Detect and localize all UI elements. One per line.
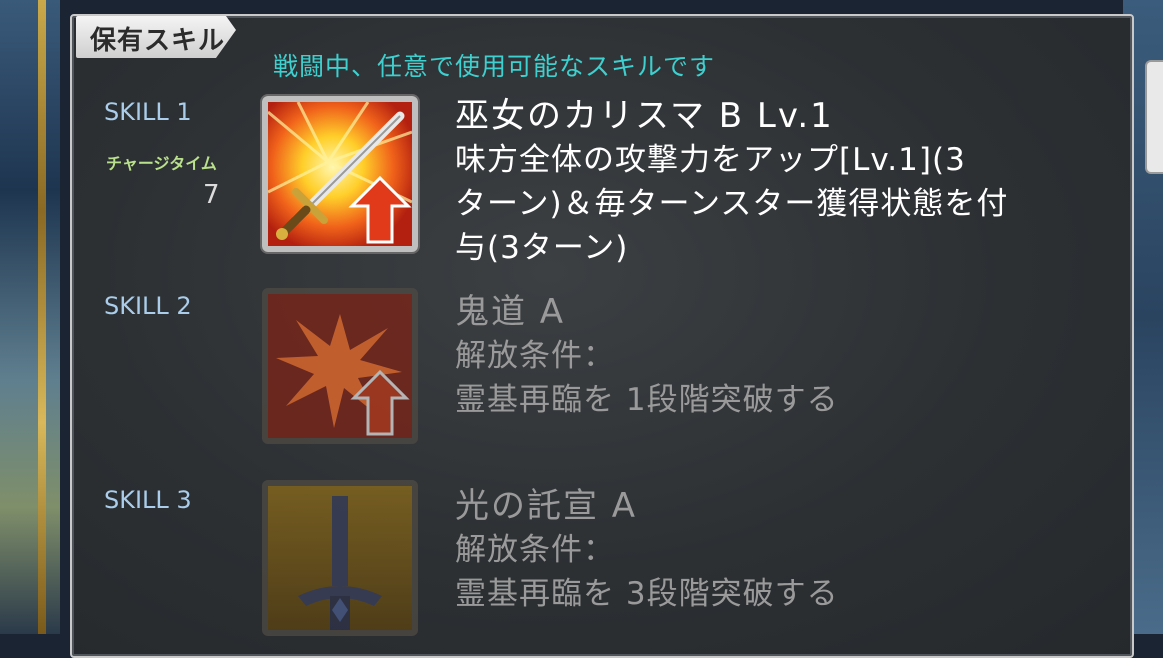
skill-3-name: 光の託宣 A [455, 486, 638, 526]
burst-attack-up-icon[interactable] [262, 288, 418, 444]
skill-2-description: 解放条件： 霊基再臨を 1段階突破する [455, 334, 839, 422]
skill-2-desc-line: 解放条件： [455, 338, 615, 374]
charge-time-label: チャージタイム [106, 154, 217, 173]
skill-2-name: 鬼道 A [455, 292, 566, 332]
skill-2-desc-line: 霊基再臨を 1段階突破する [455, 382, 839, 418]
skill-1-desc-line: 味方全体の攻撃力をアップ[Lv.1](3 [455, 142, 966, 178]
skill-2-label: SKILL 2 [104, 292, 192, 320]
skill-1-desc-line: ターン)＆毎ターンスター獲得状態を付 [455, 186, 1009, 222]
panel-subtitle: 戦闘中、任意で使用可能なスキルです [273, 52, 716, 81]
side-tab-handle[interactable] [1145, 60, 1163, 174]
background-scenery-left [0, 0, 60, 634]
skill-3-desc-line: 解放条件： [455, 532, 615, 568]
sword-attack-up-icon[interactable] [262, 96, 418, 252]
skill-1-label: SKILL 1 [104, 98, 192, 126]
sword-down-icon[interactable] [262, 480, 418, 636]
skill-3-label: SKILL 3 [104, 486, 192, 514]
skill-1-desc-line: 与(3ターン) [455, 230, 629, 266]
charge-time-value: 7 [203, 180, 220, 210]
panel-title: 保有スキル [90, 26, 226, 56]
skill-3-desc-line: 霊基再臨を 3段階突破する [455, 576, 839, 612]
skill-1-description: 味方全体の攻撃力をアップ[Lv.1](3 ターン)＆毎ターンスター獲得状態を付 … [455, 138, 1008, 270]
skill-1-name: 巫女のカリスマ B Lv.1 [455, 96, 834, 136]
skill-3-description: 解放条件： 霊基再臨を 3段階突破する [455, 528, 839, 616]
